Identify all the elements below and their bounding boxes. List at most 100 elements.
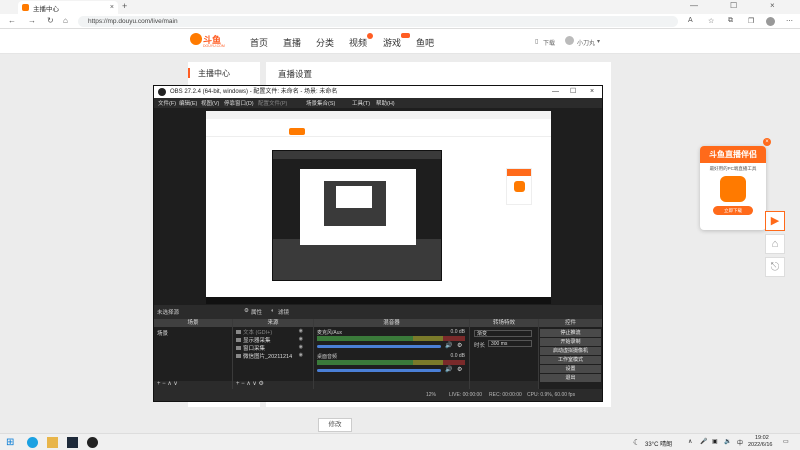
scenes-dock-controls[interactable]: + − ∧ ∨ [154, 380, 232, 389]
obs-minimize-button[interactable]: — [552, 86, 559, 98]
speaker-icon[interactable]: 🔊 [445, 366, 452, 373]
obs-menu-profile[interactable]: 配置文件(P) [258, 99, 287, 107]
tray-chevron-icon[interactable]: ∧ [688, 438, 692, 445]
transition-type-select[interactable]: 渐变 [474, 330, 532, 337]
obs-maximize-button[interactable]: ☐ [570, 86, 576, 98]
mic-volume-slider[interactable] [317, 345, 441, 348]
tray-mic-icon[interactable]: 🎤 [700, 438, 707, 445]
speaker-icon[interactable]: 🔊 [445, 342, 452, 349]
virtual-camera-button[interactable]: 启动虚拟摄像机 [540, 347, 601, 355]
forward-arrow-icon[interactable]: → [28, 16, 36, 25]
sources-list[interactable]: 文本 (GDI+) ◉ 显示器采集 ◉ 窗口采集 ◉ 微信图片_20211214… [233, 327, 313, 381]
desktop-volume-slider[interactable] [317, 369, 441, 372]
gear-icon[interactable]: ⚙ [457, 366, 462, 373]
stop-streaming-button[interactable]: 停止推流 [540, 329, 601, 337]
studio-mode-button[interactable]: 工作室模式 [540, 356, 601, 364]
extensions-icon[interactable]: ⧉ [728, 17, 733, 25]
sources-dock-buttons[interactable]: + − ∧ ∨ [236, 381, 257, 387]
douyu-logo[interactable]: 斗鱼 DOUYU.COM [190, 33, 230, 50]
ime-icon[interactable]: 中 [737, 438, 743, 447]
home-icon[interactable]: ⌂ [63, 16, 68, 25]
visibility-eye-icon[interactable]: ◉ [299, 344, 303, 350]
windows-start-icon[interactable]: ⊞ [6, 437, 17, 448]
user-menu-chevron-icon[interactable]: ▾ [597, 38, 600, 45]
new-tab-button[interactable]: + [122, 1, 127, 11]
filters-icon[interactable]: ◐ [271, 308, 274, 314]
collections-icon[interactable]: ❐ [748, 17, 754, 25]
filters-button[interactable]: 滤镜 [278, 308, 289, 316]
gear-icon[interactable]: ⚙ [457, 342, 462, 349]
properties-button[interactable]: 属性 [251, 308, 262, 316]
nav-fishbar[interactable]: 鱼吧 [416, 36, 434, 49]
obs-menu-tools[interactable]: 工具(T) [352, 99, 370, 107]
obs-preview[interactable] [154, 108, 602, 305]
play-icon[interactable]: ▶ [765, 211, 785, 231]
network-icon[interactable]: ▣ [712, 438, 718, 445]
visibility-eye-icon[interactable]: ◉ [299, 328, 303, 334]
nav-video[interactable]: 视频 [349, 36, 367, 49]
source-item-display[interactable]: 显示器采集 [243, 336, 271, 344]
sidebar-item-anchor-center[interactable]: 主播中心 [188, 68, 230, 78]
browser-profile-avatar[interactable] [766, 17, 775, 26]
visibility-eye-icon[interactable]: ◉ [299, 336, 303, 342]
address-bar[interactable]: https://mp.douyu.com/live/main [78, 16, 678, 27]
source-item-window[interactable]: 窗口采集 [243, 344, 265, 352]
back-arrow-icon[interactable]: ← [8, 16, 16, 25]
source-settings-gear-icon[interactable]: ⚙ [258, 381, 263, 387]
obs-menu-help[interactable]: 帮助(H) [376, 99, 395, 107]
read-aloud-icon[interactable]: A [688, 17, 693, 24]
download-icon[interactable]: ▯ [535, 38, 538, 45]
windows-taskbar: ⊞ ☾ 33°C 晴朗 ∧ 🎤 ▣ 🔉 中 19:02 2022/6/16 ▭ [0, 433, 800, 450]
weather-text[interactable]: 33°C 晴朗 [645, 439, 672, 448]
source-item-text[interactable]: 文本 (GDI+) [243, 328, 272, 336]
favorite-star-icon[interactable]: ☆ [708, 17, 714, 25]
promo-close-icon[interactable]: × [763, 138, 771, 146]
obs-menu-file[interactable]: 文件(F) [158, 99, 176, 107]
nav-live[interactable]: 直播 [283, 36, 301, 49]
promo-download-button[interactable]: 立即下载 [713, 206, 753, 215]
settings-button[interactable]: 设置 [540, 365, 601, 373]
notification-icon[interactable]: ▭ [783, 438, 789, 445]
clock-date[interactable]: 2022/6/16 [748, 442, 772, 448]
sources-dock: 来源 文本 (GDI+) ◉ 显示器采集 ◉ 窗口采集 ◉ 微信图片_20211… [233, 319, 313, 389]
obs-menu-scene-collection[interactable]: 场景集合(S) [306, 99, 335, 107]
scenes-list[interactable]: 场景 [154, 327, 232, 381]
obs-menu-view[interactable]: 视图(V) [201, 99, 219, 107]
edge-icon[interactable] [27, 437, 38, 448]
window-minimize-button[interactable]: — [690, 1, 698, 10]
companion-promo-card[interactable]: 斗鱼直播伴侣 最好用的PC端直播工具 立即下载 [700, 146, 766, 230]
clock-time[interactable]: 19:02 [755, 435, 769, 441]
download-link[interactable]: 下载 [543, 38, 555, 47]
source-item-image[interactable]: 微信图片_20211214 [243, 352, 292, 360]
app-icon[interactable] [67, 437, 78, 448]
obs-menu-edit[interactable]: 编辑(E) [179, 99, 197, 107]
scene-item[interactable]: 场景 [157, 329, 168, 337]
window-close-button[interactable]: × [770, 1, 775, 10]
file-explorer-icon[interactable] [47, 437, 58, 448]
obs-menu-bar: 文件(F) 编辑(E) 视图(V) 停靠窗口(D) 配置文件(P) 场景集合(S… [154, 98, 602, 108]
tab-close-icon[interactable]: × [110, 4, 114, 11]
nested-obs-3 [324, 181, 386, 226]
user-avatar[interactable] [565, 36, 574, 45]
obs-close-button[interactable]: × [590, 86, 594, 98]
nav-category[interactable]: 分类 [316, 36, 334, 49]
volume-icon[interactable]: 🔉 [724, 438, 731, 445]
visibility-eye-icon[interactable]: ◉ [299, 352, 303, 358]
obs-taskbar-icon[interactable] [87, 437, 98, 448]
feedback-icon[interactable]: ⎋ [765, 257, 785, 277]
home-icon[interactable]: ⌂ [765, 234, 785, 254]
edit-button[interactable]: 修改 [318, 418, 352, 432]
properties-gear-icon[interactable]: ⚙ [244, 308, 249, 314]
exit-button[interactable]: 退出 [540, 374, 601, 382]
username[interactable]: 小刀丸 [577, 38, 595, 47]
window-maximize-button[interactable]: ☐ [730, 1, 737, 10]
browser-tab[interactable]: 主播中心 × [18, 1, 118, 14]
more-menu-icon[interactable]: ⋯ [786, 17, 793, 25]
start-recording-button[interactable]: 开始录制 [540, 338, 601, 346]
duration-input[interactable]: 300 ms [488, 340, 532, 347]
refresh-icon[interactable]: ↻ [47, 16, 54, 25]
nav-game[interactable]: 游戏 [383, 36, 401, 49]
sources-dock-controls[interactable]: + − ∧ ∨ ⚙ [233, 380, 313, 389]
obs-menu-docks[interactable]: 停靠窗口(D) [224, 99, 254, 107]
nav-home[interactable]: 首页 [250, 36, 268, 49]
